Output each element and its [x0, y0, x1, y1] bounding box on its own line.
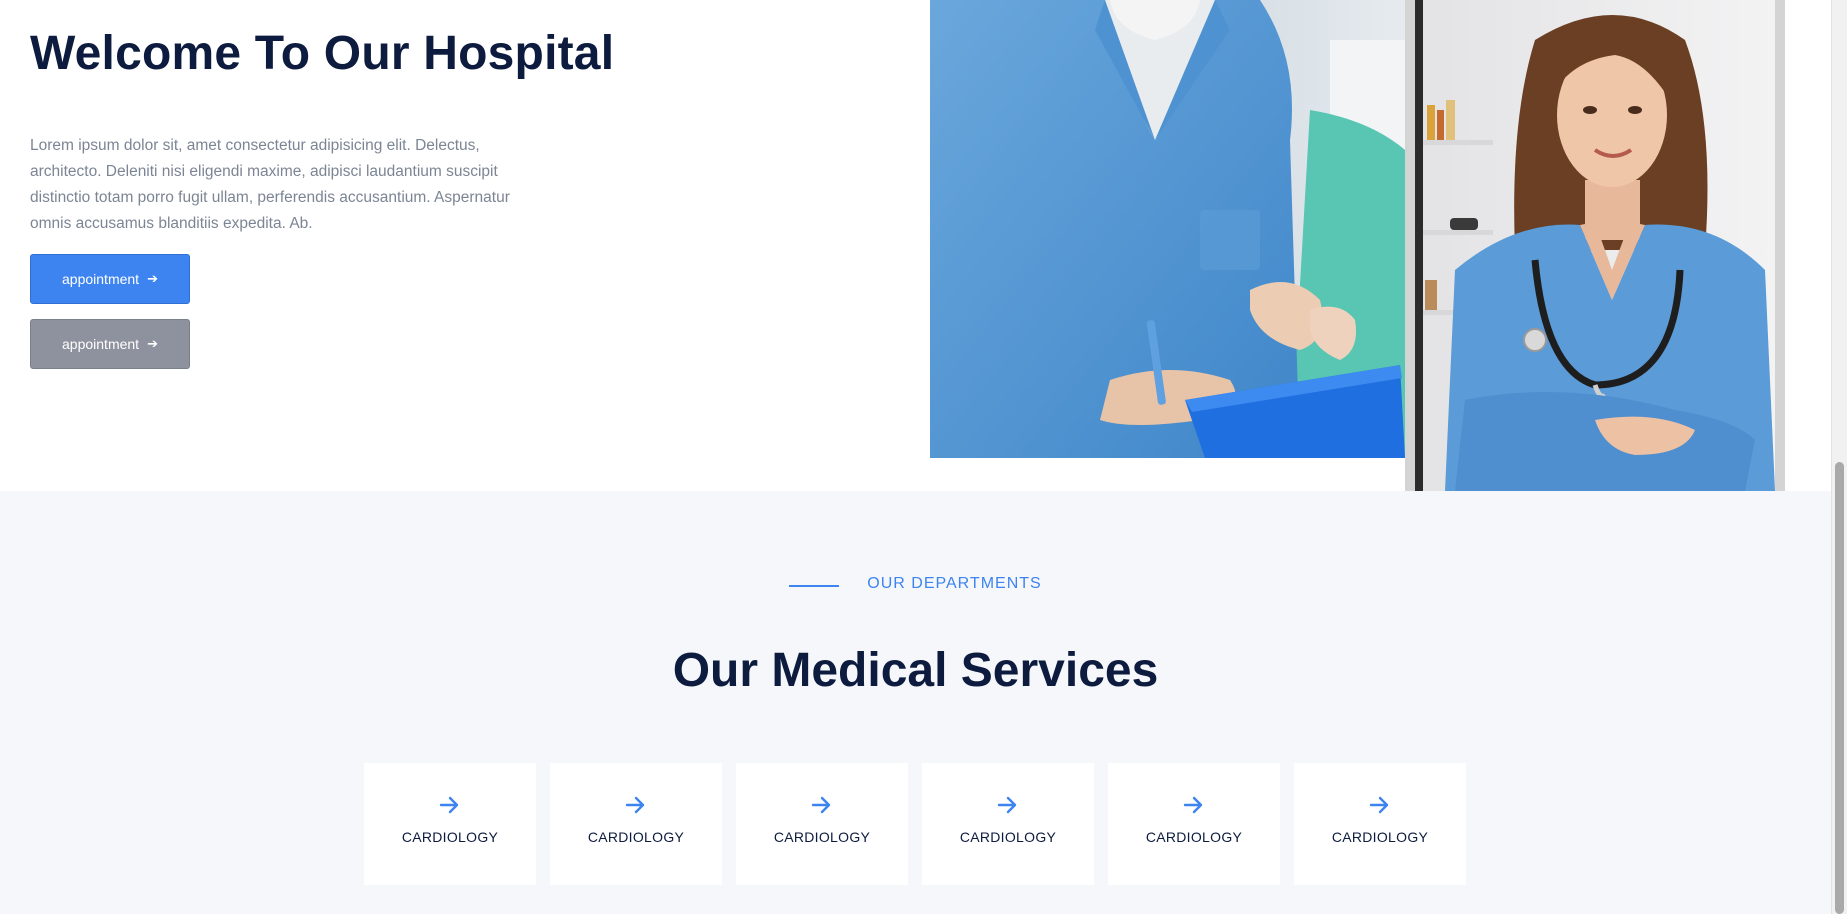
arrow-right-icon	[1183, 796, 1203, 814]
hero-title: Welcome To Our Hospital	[30, 27, 615, 80]
service-card-label: CARDIOLOGY	[959, 829, 1057, 845]
arrow-right-icon: ➔	[147, 271, 158, 286]
services-title: Our Medical Services	[672, 644, 1159, 697]
services-section: OUR DEPARTMENTS Our Medical Services CAR…	[0, 491, 1831, 914]
service-card[interactable]: CARDIOLOGY	[550, 763, 722, 885]
vertical-scrollbar[interactable]	[1831, 0, 1847, 914]
section-eyebrow: OUR DEPARTMENTS	[0, 575, 1831, 593]
service-card[interactable]: CARDIOLOGY	[364, 763, 536, 885]
service-card-label: CARDIOLOGY	[1331, 829, 1429, 845]
hero-section: Welcome To Our Hospital Lorem ipsum dolo…	[0, 0, 1831, 491]
service-card[interactable]: CARDIOLOGY	[922, 763, 1094, 885]
appointment-button-primary[interactable]: appointment ➔	[30, 254, 190, 304]
appointment-button-label: appointment	[62, 271, 140, 287]
hero-description: Lorem ipsum dolor sit, amet consectetur …	[30, 137, 510, 232]
eyebrow-divider	[789, 585, 840, 587]
service-card-label: CARDIOLOGY	[401, 829, 499, 845]
arrow-right-icon	[439, 796, 459, 814]
service-card[interactable]: CARDIOLOGY	[1108, 763, 1280, 885]
arrow-right-icon	[625, 796, 645, 814]
service-card[interactable]: CARDIOLOGY	[1294, 763, 1466, 885]
appointment-button-secondary[interactable]: appointment ➔	[30, 319, 190, 369]
service-card-label: CARDIOLOGY	[773, 829, 871, 845]
medical-staff-photo	[930, 0, 1405, 458]
service-card-label: CARDIOLOGY	[587, 829, 685, 845]
service-card-label: CARDIOLOGY	[1145, 829, 1243, 845]
service-card[interactable]: CARDIOLOGY	[736, 763, 908, 885]
doctor-photo	[1415, 0, 1775, 491]
eyebrow-text: OUR DEPARTMENTS	[867, 575, 1042, 592]
appointment-button-label: appointment	[62, 336, 140, 352]
arrow-right-icon	[1369, 796, 1389, 814]
service-cards: CARDIOLOGY CARDIOLOGY CARDIOLOGY CARDIOL…	[364, 763, 1466, 885]
arrow-right-icon	[811, 796, 831, 814]
scrollbar-thumb[interactable]	[1835, 462, 1844, 914]
arrow-right-icon	[997, 796, 1017, 814]
arrow-right-icon: ➔	[147, 336, 158, 351]
